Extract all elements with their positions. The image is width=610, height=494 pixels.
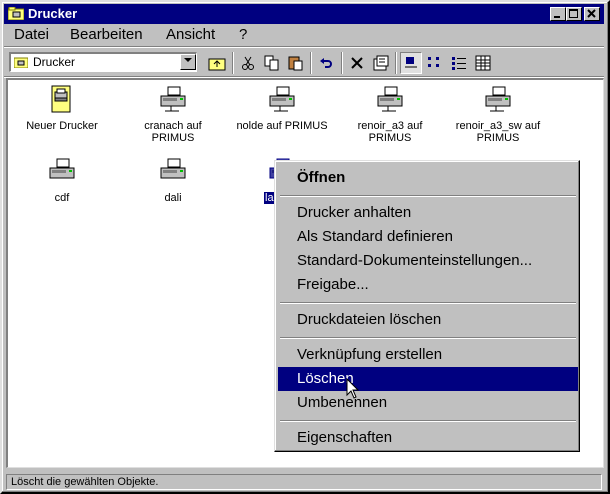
status-bar: Löscht die gewählten Objekte. [4, 472, 604, 492]
chevron-down-icon [184, 58, 192, 62]
title-bar[interactable]: Drucker [4, 4, 604, 24]
paste-icon [288, 56, 303, 71]
view-small-icons-button[interactable] [424, 52, 446, 74]
close-button[interactable] [584, 7, 600, 21]
icon-printer-cranach[interactable]: cranach auf PRIMUS [125, 84, 221, 144]
properties-button[interactable] [370, 52, 392, 74]
paste-button[interactable] [285, 52, 307, 74]
folder-printer-icon [14, 57, 28, 68]
view-list-button[interactable] [448, 52, 470, 74]
ctx-create-shortcut[interactable]: Verknüpfung erstellen [278, 343, 578, 367]
icon-label: renoir_a3 auf PRIMUS [357, 120, 423, 144]
network-printer-icon [269, 86, 295, 112]
minimize-button[interactable] [550, 7, 566, 21]
ctx-purge-print-jobs[interactable]: Druckdateien löschen [278, 308, 578, 332]
printer-icon [49, 158, 75, 179]
large-icons-icon [405, 57, 417, 68]
window-title: Drucker [28, 6, 78, 21]
close-icon [587, 9, 596, 18]
status-text: Löscht die gewählten Objekte. [6, 474, 602, 490]
icon-label: la [264, 192, 275, 204]
delete-x-icon [351, 57, 363, 69]
icon-label: dali [164, 192, 182, 204]
cut-button[interactable] [237, 52, 259, 74]
undo-icon [320, 58, 332, 68]
icon-label: cdf [54, 192, 70, 204]
icon-new-printer[interactable]: Neuer Drucker [14, 84, 110, 132]
list-view-icon [452, 57, 466, 70]
details-view-icon [475, 55, 491, 71]
menu-ansicht[interactable]: Ansicht [166, 26, 215, 43]
menu-bearbeiten[interactable]: Bearbeiten [70, 26, 143, 43]
up-folder-icon [208, 58, 226, 71]
toolbar: Drucker [4, 48, 604, 76]
undo-button[interactable] [315, 52, 337, 74]
context-menu: Öffnen Drucker anhalten Als Standard def… [274, 160, 580, 452]
ctx-properties[interactable]: Eigenschaften [278, 426, 578, 450]
address-dropdown-button[interactable] [180, 54, 196, 70]
network-printer-icon [377, 86, 403, 112]
menu-help[interactable]: ? [239, 26, 247, 43]
mouse-cursor-icon [346, 378, 360, 399]
minimize-icon [554, 16, 560, 18]
printer-icon [160, 158, 186, 179]
icon-label: renoir_a3_sw auf PRIMUS [455, 120, 541, 144]
icon-printer-nolde[interactable]: nolde auf PRIMUS [234, 84, 330, 132]
add-printer-icon [51, 85, 71, 113]
maximize-button[interactable] [566, 7, 582, 21]
small-icons-icon [428, 57, 439, 67]
ctx-set-default[interactable]: Als Standard definieren [278, 225, 578, 249]
ctx-delete[interactable]: Löschen [278, 367, 578, 391]
ctx-pause-printer[interactable]: Drucker anhalten [278, 201, 578, 225]
network-printer-icon [485, 86, 511, 112]
maximize-icon [569, 9, 578, 18]
ctx-sharing[interactable]: Freigabe... [278, 273, 578, 297]
properties-icon [373, 55, 389, 71]
up-folder-button[interactable] [206, 52, 228, 74]
icon-label: nolde auf PRIMUS [236, 120, 328, 132]
copy-button[interactable] [261, 52, 283, 74]
address-combo[interactable]: Drucker [9, 52, 197, 72]
view-large-icons-button[interactable] [400, 52, 422, 74]
ctx-rename[interactable]: Umbenennen [278, 391, 578, 415]
network-printer-icon [160, 86, 186, 112]
icon-printer-renoir-a3[interactable]: renoir_a3 auf PRIMUS [342, 84, 438, 144]
icon-label: cranach auf PRIMUS [144, 120, 202, 144]
icon-label: Neuer Drucker [26, 120, 98, 132]
icon-printer-dali[interactable]: dali [125, 156, 221, 204]
icon-printer-cdf[interactable]: cdf [14, 156, 110, 204]
scissors-icon [242, 56, 254, 70]
menu-datei[interactable]: Datei [14, 26, 49, 43]
copy-icon [264, 55, 279, 71]
view-details-button[interactable] [472, 52, 494, 74]
ctx-open[interactable]: Öffnen [278, 166, 578, 190]
icon-printer-renoir-a3-sw[interactable]: renoir_a3_sw auf PRIMUS [450, 84, 546, 144]
address-value: Drucker [33, 55, 76, 69]
menu-bar: Datei Bearbeiten Ansicht ? [4, 24, 604, 46]
delete-button[interactable] [346, 52, 368, 74]
ctx-document-defaults[interactable]: Standard-Dokumenteinstellungen... [278, 249, 578, 273]
folder-printer-icon [8, 7, 24, 20]
